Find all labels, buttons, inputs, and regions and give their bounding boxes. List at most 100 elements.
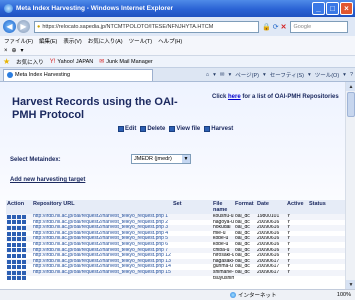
home-dropdown[interactable]: ▾ bbox=[213, 72, 216, 78]
delete-icon[interactable] bbox=[12, 225, 16, 230]
minimize-button[interactable]: _ bbox=[312, 2, 325, 15]
favorites-star-icon[interactable]: ★ bbox=[3, 57, 10, 66]
favorite-item-yahoo[interactable]: Y! Yahoo! JAPAN bbox=[50, 59, 94, 65]
edit-icon[interactable] bbox=[7, 270, 11, 275]
page-menu[interactable]: ページ(P) bbox=[235, 71, 259, 79]
view-file-icon[interactable] bbox=[17, 231, 21, 236]
view-file-icon[interactable] bbox=[17, 270, 21, 275]
close-toolbar-icon[interactable]: × bbox=[4, 48, 8, 54]
home-icon[interactable]: ⌂ bbox=[206, 72, 209, 78]
favorite-item-junkmail[interactable]: ✉ Junk Mail Manager bbox=[99, 58, 153, 66]
toolbar-add-icon[interactable]: ⊕ bbox=[12, 47, 17, 54]
harvest-icon[interactable] bbox=[22, 214, 26, 219]
harvest-icon[interactable] bbox=[22, 220, 26, 225]
harvest-icon[interactable] bbox=[22, 253, 26, 258]
lock-icon[interactable]: 🔒 bbox=[262, 23, 271, 31]
harvest-icon bbox=[204, 126, 211, 132]
edit-icon[interactable] bbox=[7, 248, 11, 253]
delete-icon[interactable] bbox=[12, 242, 16, 247]
edit-icon[interactable] bbox=[7, 242, 11, 247]
menu-view[interactable]: 表示(V) bbox=[63, 37, 81, 45]
menu-help[interactable]: ヘルプ(H) bbox=[158, 37, 182, 45]
url-input[interactable]: ● https://relocato.sapedia.jp/NTCMTPOLOT… bbox=[34, 20, 259, 33]
view-file-icon[interactable] bbox=[17, 220, 21, 225]
legend-label: Edit bbox=[125, 126, 137, 132]
toolbar-dropdown-icon[interactable]: ▾ bbox=[21, 47, 24, 54]
maximize-button[interactable]: □ bbox=[326, 2, 339, 15]
date-cell bbox=[256, 276, 286, 282]
safety-menu-dropdown[interactable]: ▾ bbox=[308, 72, 311, 78]
menu-favorites[interactable]: お気に入り(A) bbox=[88, 37, 123, 45]
view-file-icon[interactable] bbox=[17, 214, 21, 219]
edit-icon[interactable] bbox=[7, 259, 11, 264]
delete-icon[interactable] bbox=[12, 265, 16, 270]
edit-icon[interactable] bbox=[7, 253, 11, 258]
stop-icon[interactable]: ✕ bbox=[281, 23, 287, 31]
delete-icon[interactable] bbox=[12, 214, 16, 219]
harvest-icon[interactable] bbox=[22, 265, 26, 270]
delete-icon[interactable] bbox=[12, 276, 16, 281]
tools-menu[interactable]: ツール(O) bbox=[315, 71, 339, 79]
menu-file[interactable]: ファイル(F) bbox=[4, 37, 33, 45]
refresh-icon[interactable]: ⟳ bbox=[273, 23, 279, 31]
hint-suffix: for a list of OAI-PMH Repositories bbox=[240, 94, 339, 100]
repository-url-cell[interactable]: http://irdb.nii.ac.jp/oai/request2/harve… bbox=[32, 269, 172, 276]
menu-edit[interactable]: 編集(E) bbox=[39, 37, 57, 45]
view-file-icon[interactable] bbox=[17, 276, 21, 281]
harvest-icon[interactable] bbox=[22, 276, 26, 281]
delete-icon[interactable] bbox=[12, 231, 16, 236]
view-file-icon[interactable] bbox=[17, 237, 21, 242]
safety-menu[interactable]: セーフティ(S) bbox=[270, 71, 304, 79]
metaindex-select[interactable]: JMEDR (jmedr) ▼ bbox=[131, 154, 191, 164]
delete-icon[interactable] bbox=[12, 259, 16, 264]
view-file-icon[interactable] bbox=[17, 253, 21, 258]
edit-icon[interactable] bbox=[7, 276, 11, 281]
harvest-icon[interactable] bbox=[22, 225, 26, 230]
view-file-icon[interactable] bbox=[17, 265, 21, 270]
view-file-icon[interactable] bbox=[17, 248, 21, 253]
edit-icon[interactable] bbox=[7, 225, 11, 230]
edit-icon[interactable] bbox=[7, 265, 11, 270]
scroll-thumb[interactable] bbox=[347, 92, 355, 117]
menu-tools[interactable]: ツール(T) bbox=[129, 37, 153, 45]
mail-dropdown[interactable]: ▾ bbox=[229, 72, 232, 78]
edit-icon[interactable] bbox=[7, 220, 11, 225]
vertical-scrollbar[interactable]: ▲ ▼ bbox=[345, 82, 355, 289]
repositories-link[interactable]: here bbox=[228, 94, 241, 100]
view-file-icon[interactable] bbox=[17, 259, 21, 264]
delete-icon[interactable] bbox=[12, 248, 16, 253]
scroll-down-icon[interactable]: ▼ bbox=[346, 280, 355, 289]
edit-icon[interactable] bbox=[7, 231, 11, 236]
zoom-level[interactable]: 100% bbox=[337, 292, 351, 298]
tab-meta-index[interactable]: Meta Index Harvesting bbox=[3, 68, 153, 81]
scroll-up-icon[interactable]: ▲ bbox=[346, 82, 355, 91]
harvest-icon[interactable] bbox=[22, 237, 26, 242]
view-file-icon[interactable] bbox=[17, 242, 21, 247]
close-button[interactable]: × bbox=[340, 2, 353, 15]
edit-icon[interactable] bbox=[7, 237, 11, 242]
view-file-icon[interactable] bbox=[17, 225, 21, 230]
chevron-down-icon[interactable]: ▼ bbox=[182, 155, 190, 163]
delete-icon[interactable] bbox=[12, 270, 16, 275]
add-harvesting-target-link[interactable]: Add new harvesting target bbox=[10, 177, 85, 183]
repository-url-cell[interactable] bbox=[32, 276, 172, 282]
harvest-icon[interactable] bbox=[22, 259, 26, 264]
help-icon[interactable]: ? bbox=[350, 72, 353, 78]
page-menu-dropdown[interactable]: ▾ bbox=[263, 72, 266, 78]
delete-icon[interactable] bbox=[12, 253, 16, 258]
harvest-icon[interactable] bbox=[22, 248, 26, 253]
delete-icon[interactable] bbox=[12, 220, 16, 225]
delete-icon[interactable] bbox=[12, 237, 16, 242]
column-header: File name bbox=[212, 200, 234, 214]
back-icon[interactable]: ◀ bbox=[3, 20, 16, 33]
search-input[interactable]: Google bbox=[290, 20, 349, 33]
harvest-icon[interactable] bbox=[22, 270, 26, 275]
favorites-label[interactable]: お気に入り bbox=[16, 58, 44, 66]
edit-icon[interactable] bbox=[7, 214, 11, 219]
column-header: Format bbox=[234, 200, 256, 214]
harvest-icon[interactable] bbox=[22, 242, 26, 247]
tools-menu-dropdown[interactable]: ▾ bbox=[343, 72, 346, 78]
harvest-icon[interactable] bbox=[22, 231, 26, 236]
mail-icon[interactable]: ✉ bbox=[220, 72, 225, 78]
forward-icon[interactable]: ▶ bbox=[17, 20, 30, 33]
